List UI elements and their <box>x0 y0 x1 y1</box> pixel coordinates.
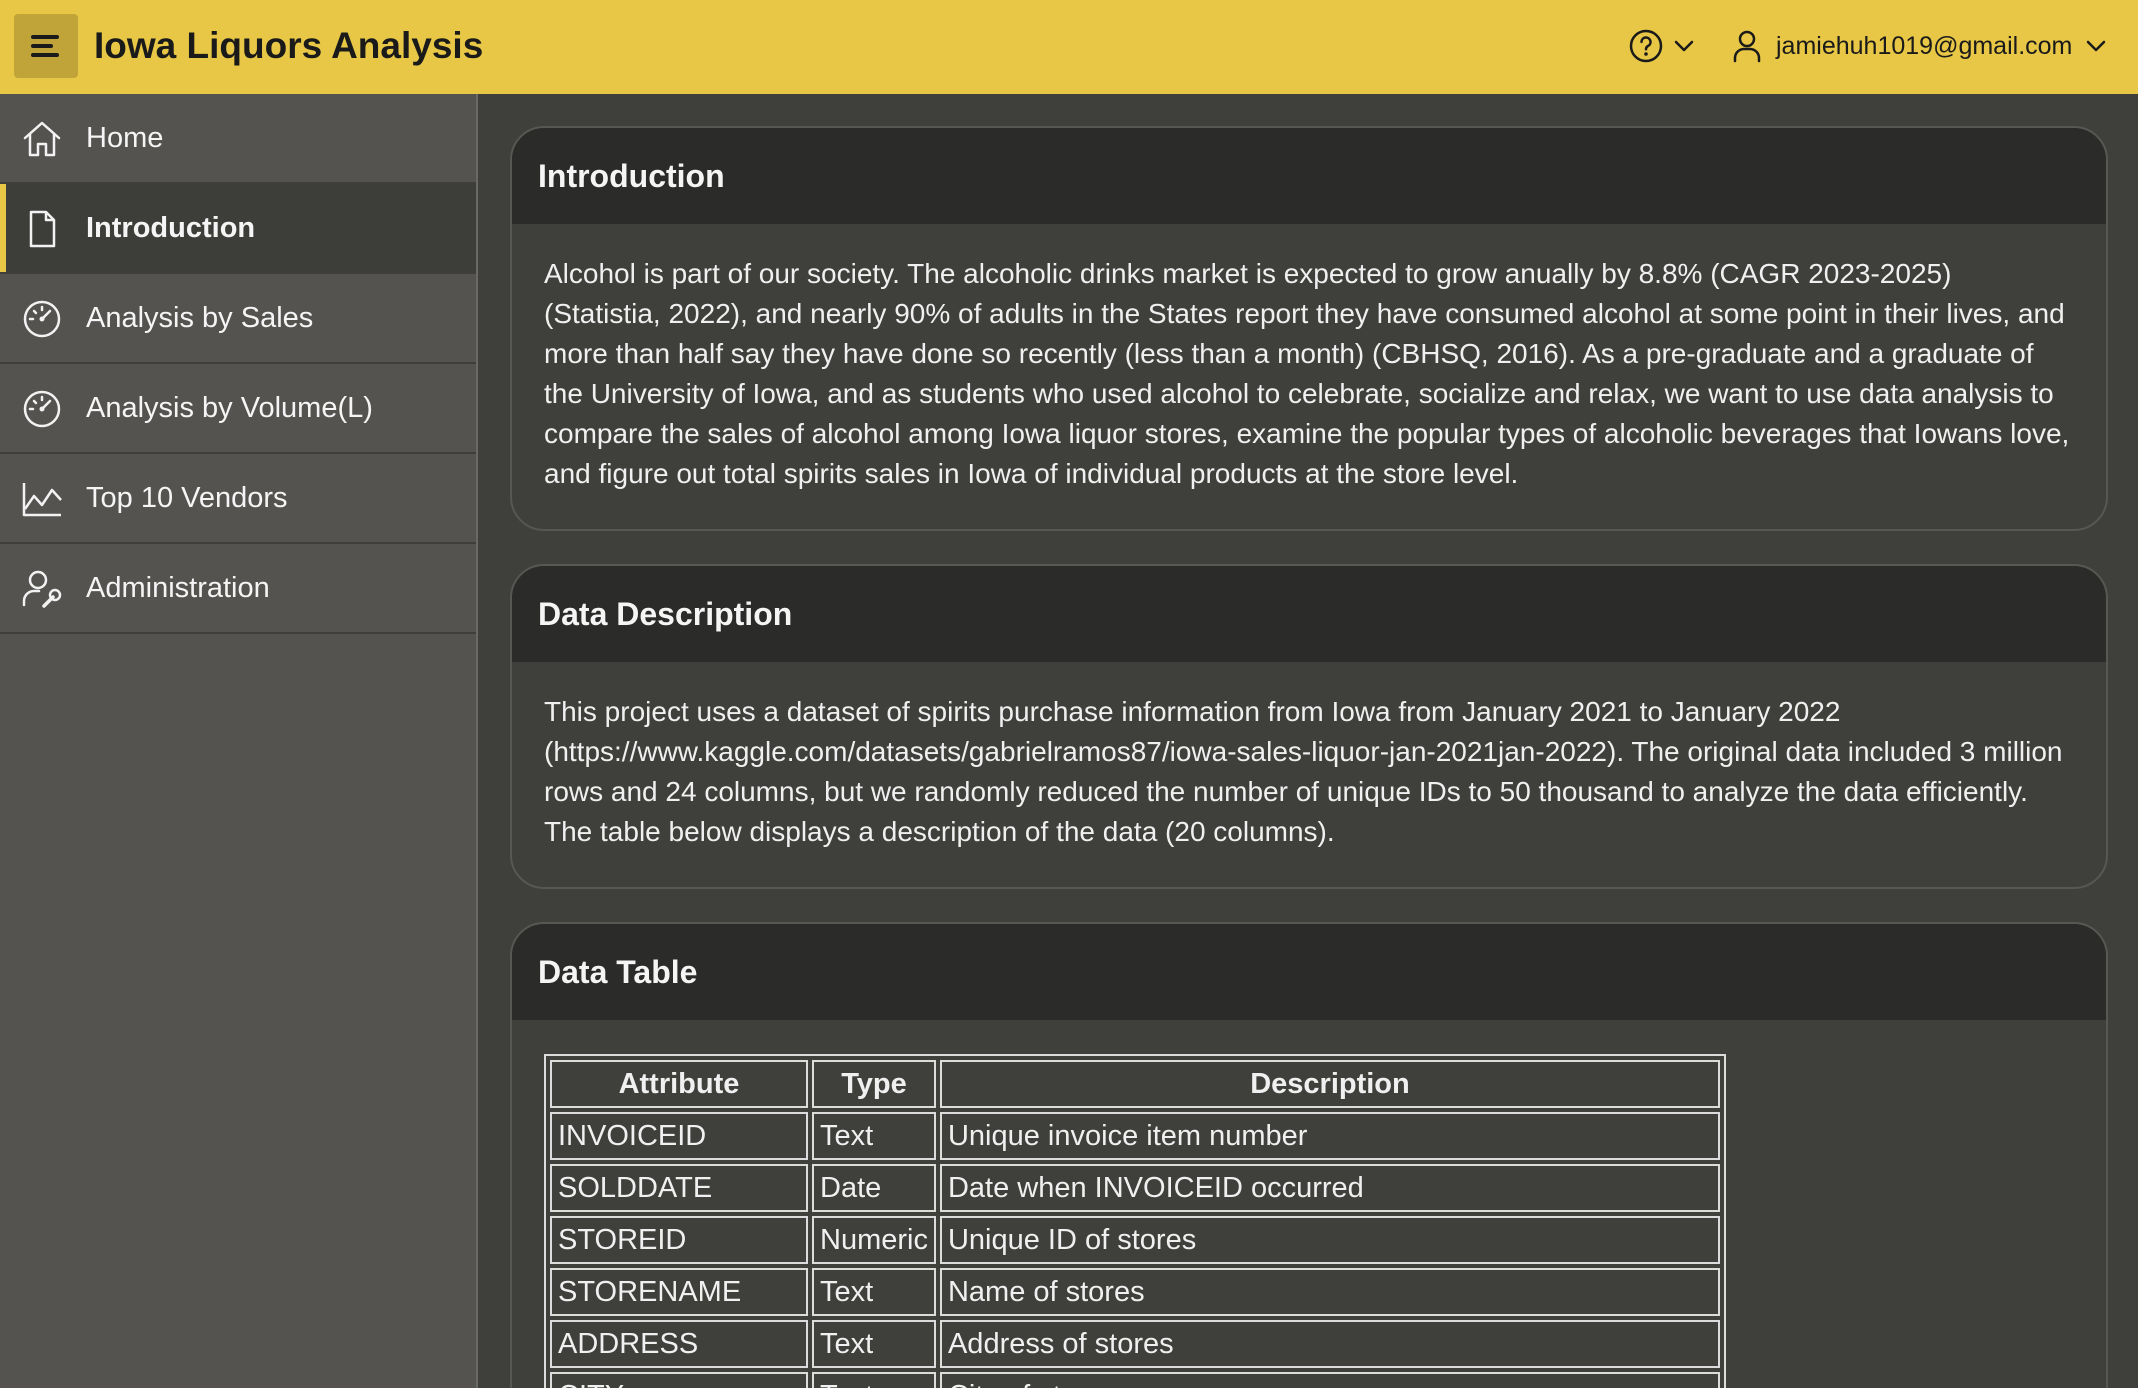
data-table: Attribute Type Description INVOICEID Tex… <box>544 1054 1726 1388</box>
top-bar: Iowa Liquors Analysis jamiehuh1019@gmail… <box>0 0 2138 94</box>
table-cell: STORENAME <box>550 1268 808 1316</box>
column-header-attribute: Attribute <box>550 1060 808 1108</box>
sidebar-item-label: Administration <box>86 571 270 604</box>
user-email: jamiehuh1019@gmail.com <box>1776 31 2073 60</box>
table-cell: Date when INVOICEID occurred <box>939 1164 1720 1212</box>
table-cell: SOLDDATE <box>550 1164 808 1212</box>
help-menu-button[interactable] <box>1628 26 1694 66</box>
user-menu-button[interactable]: jamiehuh1019@gmail.com <box>1732 26 2106 66</box>
introduction-text: Alcohol is part of our society. The alco… <box>544 258 2070 489</box>
table-cell: Unique invoice item number <box>939 1112 1720 1160</box>
table-cell: Unique ID of stores <box>939 1216 1720 1264</box>
chevron-down-icon <box>1674 40 1694 52</box>
table-cell: Date <box>812 1164 936 1212</box>
table-cell: City of stores <box>939 1372 1720 1388</box>
sidebar-item-label: Top 10 Vendors <box>86 481 288 514</box>
table-cell: Text <box>812 1320 936 1368</box>
chevron-down-icon <box>2087 40 2106 52</box>
table-row: ADDRESS Text Address of stores <box>550 1320 1720 1368</box>
gauge-icon <box>20 387 64 431</box>
hamburger-icon <box>31 35 59 57</box>
table-row: SOLDDATE Date Date when INVOICEID occurr… <box>550 1164 1720 1212</box>
data-description-text: This project uses a dataset of spirits p… <box>544 696 2063 847</box>
gauge-icon <box>20 297 64 341</box>
table-row: INVOICEID Text Unique invoice item numbe… <box>550 1112 1720 1160</box>
sidebar-item-home[interactable]: Home <box>0 94 476 184</box>
column-header-type: Type <box>812 1060 936 1108</box>
column-header-description: Description <box>939 1060 1720 1108</box>
menu-toggle-button[interactable] <box>14 14 78 78</box>
data-table-card: Data Table Attribute Type Description IN… <box>510 922 2108 1388</box>
sidebar-nav: Home Introduction Analysis by Sales Anal… <box>0 94 478 1388</box>
card-title: Introduction <box>512 128 2106 224</box>
sidebar-item-administration[interactable]: Administration <box>0 544 476 634</box>
help-icon <box>1629 29 1663 63</box>
table-row: STORENAME Text Name of stores <box>550 1268 1720 1316</box>
table-header-row: Attribute Type Description <box>550 1060 1720 1108</box>
card-title: Data Table <box>512 924 2106 1020</box>
table-cell: STOREID <box>550 1216 808 1264</box>
table-cell: CITY <box>550 1372 808 1388</box>
sidebar-item-label: Introduction <box>86 211 256 244</box>
table-row: STOREID Numeric Unique ID of stores <box>550 1216 1720 1264</box>
user-wrench-icon <box>20 567 64 611</box>
table-cell: Text <box>812 1372 936 1388</box>
table-cell: Text <box>812 1112 936 1160</box>
table-cell: Name of stores <box>939 1268 1720 1316</box>
sidebar-item-top-10-vendors[interactable]: Top 10 Vendors <box>0 454 476 544</box>
user-icon <box>1733 30 1761 63</box>
card-title: Data Description <box>512 566 2106 662</box>
data-description-card: Data Description This project uses a dat… <box>510 564 2108 889</box>
home-icon <box>20 117 64 161</box>
table-cell: Numeric <box>812 1216 936 1264</box>
app-title[interactable]: Iowa Liquors Analysis <box>94 20 483 72</box>
line-chart-icon <box>20 477 64 521</box>
table-row: CITY Text City of stores <box>550 1372 1720 1388</box>
document-icon <box>20 207 64 251</box>
sidebar-item-introduction[interactable]: Introduction <box>0 184 476 274</box>
sidebar-item-label: Analysis by Volume(L) <box>86 391 373 424</box>
table-cell: Text <box>812 1268 936 1316</box>
sidebar-item-analysis-by-volume[interactable]: Analysis by Volume(L) <box>0 364 476 454</box>
table-cell: INVOICEID <box>550 1112 808 1160</box>
introduction-card: Introduction Alcohol is part of our soci… <box>510 126 2108 531</box>
table-cell: ADDRESS <box>550 1320 808 1368</box>
table-cell: Address of stores <box>939 1320 1720 1368</box>
data-table-wrapper: Attribute Type Description INVOICEID Tex… <box>512 1020 2106 1388</box>
sidebar-item-label: Home <box>86 121 164 154</box>
sidebar-item-analysis-by-sales[interactable]: Analysis by Sales <box>0 274 476 364</box>
sidebar-item-label: Analysis by Sales <box>86 301 314 334</box>
